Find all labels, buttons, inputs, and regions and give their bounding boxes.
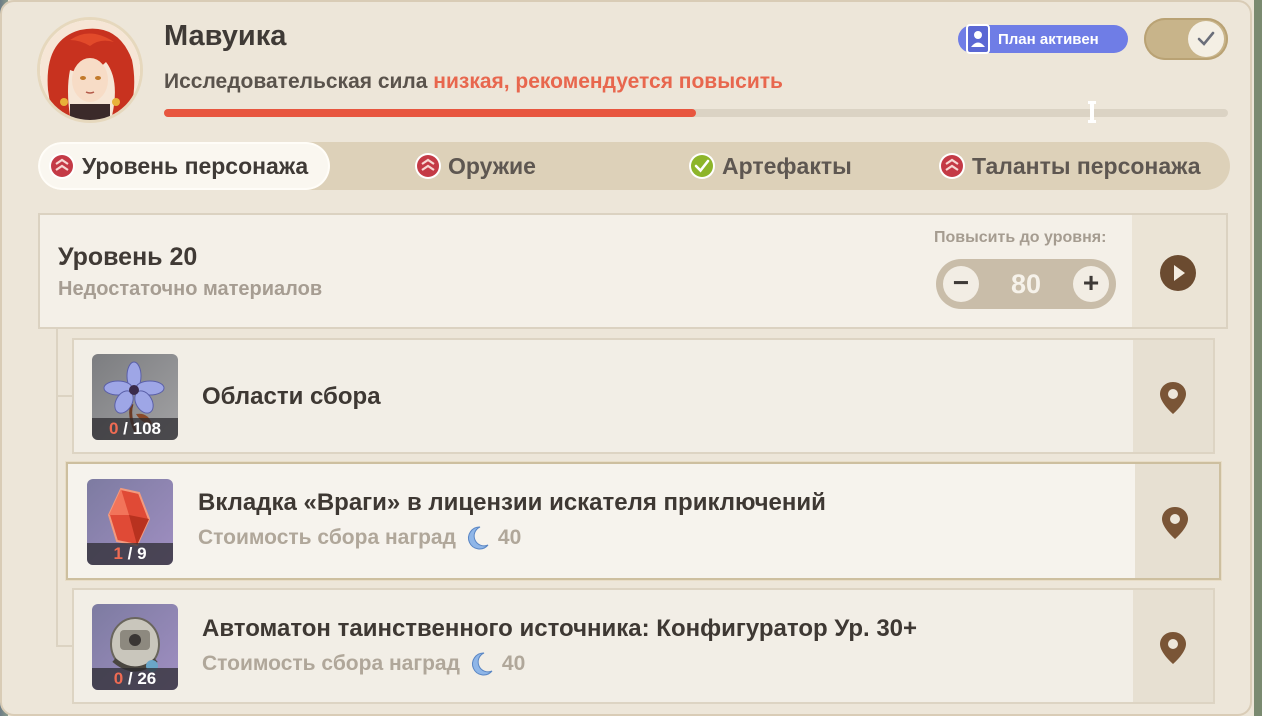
material-row-enemies[interactable]: 1 / 9 Вкладка «Враги» в лицензии искател… bbox=[66, 462, 1221, 580]
tab-bar: Уровень персонажа Оружие Артефакты Талан… bbox=[38, 142, 1230, 190]
item-count: 1 / 9 bbox=[87, 543, 173, 565]
pin-area bbox=[1135, 464, 1219, 578]
moon-resin-icon bbox=[467, 526, 489, 550]
level-stepper: − 80 + bbox=[936, 259, 1116, 309]
tab-artifacts[interactable]: Артефакты bbox=[688, 142, 852, 190]
material-title: Области сбора bbox=[202, 383, 381, 410]
material-title: Вкладка «Враги» в лицензии искателя прик… bbox=[198, 489, 826, 516]
go-area bbox=[1132, 215, 1226, 327]
character-plan-panel: Мавуика Исследовательская сила низкая, р… bbox=[0, 0, 1252, 716]
power-progress-bar bbox=[164, 101, 1228, 123]
play-arrow-icon[interactable] bbox=[1160, 255, 1196, 291]
chevron-up-badge-icon bbox=[939, 153, 965, 179]
chevron-up-badge-icon bbox=[415, 153, 441, 179]
map-pin-icon[interactable] bbox=[1161, 506, 1189, 540]
tab-label: Артефакты bbox=[722, 152, 852, 179]
exploration-power-text: Исследовательская сила низкая, рекоменду… bbox=[164, 70, 783, 94]
plan-active-label: План активен bbox=[998, 30, 1099, 48]
target-level-value: 80 bbox=[1010, 269, 1042, 299]
reward-cost-label: Стоимость сбора наград bbox=[198, 526, 456, 549]
plan-book-icon bbox=[966, 24, 990, 54]
character-avatar bbox=[40, 20, 140, 120]
tab-label: Оружие bbox=[448, 152, 536, 179]
tree-line bbox=[56, 329, 58, 647]
current-level: Уровень 20 bbox=[58, 243, 198, 271]
tab-weapon[interactable]: Оружие bbox=[414, 142, 536, 190]
target-marker-icon bbox=[1088, 101, 1096, 123]
reward-cost-label: Стоимость сбора наград bbox=[202, 652, 460, 675]
increase-button[interactable]: + bbox=[1073, 266, 1109, 302]
plan-active-badge: План активен bbox=[958, 24, 1128, 54]
chevron-up-badge-icon bbox=[49, 153, 75, 179]
reward-cost-value: 40 bbox=[501, 652, 526, 675]
check-icon bbox=[1197, 31, 1215, 46]
raise-to-label: Повысить до уровня: bbox=[934, 229, 1107, 246]
level-card: Уровень 20 Недостаточно материалов Повыс… bbox=[38, 213, 1228, 329]
character-name: Мавуика bbox=[164, 20, 287, 52]
decrease-button[interactable]: − bbox=[943, 266, 979, 302]
plan-toggle[interactable] bbox=[1144, 18, 1228, 60]
flower-icon: 0 / 108 bbox=[92, 354, 178, 440]
item-count: 0 / 26 bbox=[92, 668, 178, 690]
pin-area bbox=[1133, 340, 1213, 452]
material-row-gathering[interactable]: 0 / 108 Области сбора bbox=[72, 338, 1215, 454]
tab-character-level[interactable]: Уровень персонажа bbox=[40, 144, 329, 188]
material-row-automaton[interactable]: 0 / 26 Автоматон таинственного источника… bbox=[72, 588, 1215, 704]
crystal-icon: 1 / 9 bbox=[87, 479, 173, 565]
moon-resin-icon bbox=[471, 652, 493, 676]
map-pin-icon[interactable] bbox=[1159, 381, 1187, 415]
toggle-knob bbox=[1188, 21, 1224, 57]
power-progress-fill bbox=[164, 109, 696, 117]
material-title: Автоматон таинственного источника: Конфи… bbox=[202, 615, 918, 642]
power-warning: низкая, рекомендуется повысить bbox=[433, 70, 783, 93]
reward-cost: Стоимость сбора наград 40 bbox=[198, 525, 521, 551]
materials-status: Недостаточно материалов bbox=[58, 278, 323, 300]
power-label: Исследовательская сила bbox=[164, 70, 434, 93]
tab-label: Уровень персонажа bbox=[82, 152, 309, 179]
map-pin-icon[interactable] bbox=[1159, 631, 1187, 665]
tab-label: Таланты персонажа bbox=[972, 152, 1201, 179]
reward-cost: Стоимость сбора наград 40 bbox=[202, 651, 525, 677]
automaton-icon: 0 / 26 bbox=[92, 604, 178, 690]
reward-cost-value: 40 bbox=[497, 526, 522, 549]
item-count: 0 / 108 bbox=[92, 418, 178, 440]
tab-talents[interactable]: Таланты персонажа bbox=[938, 142, 1201, 190]
pin-area bbox=[1133, 590, 1213, 702]
check-badge-icon bbox=[689, 153, 715, 179]
